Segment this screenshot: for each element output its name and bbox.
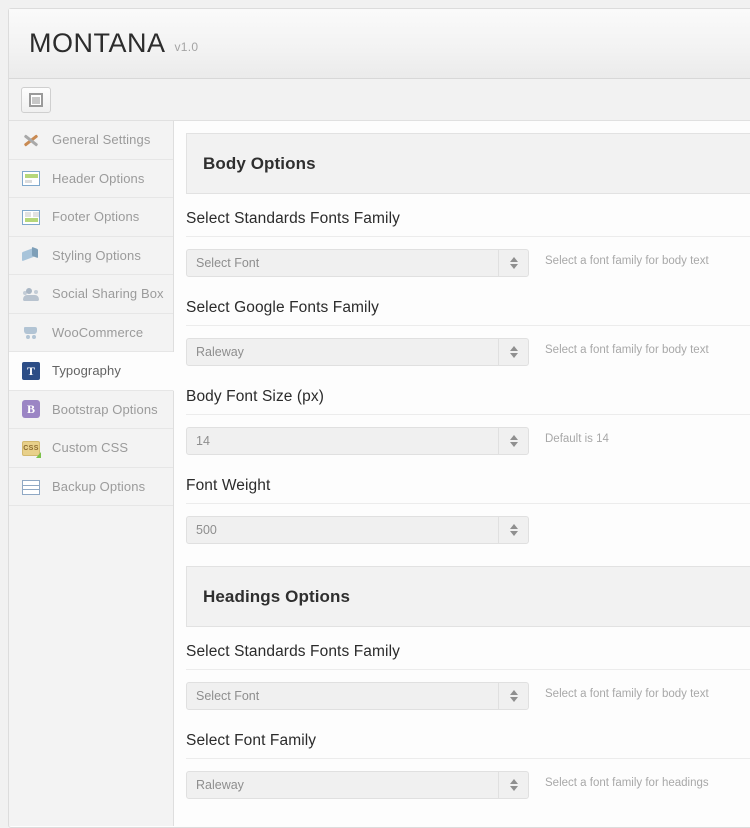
sidebar-item-label: Typography: [52, 363, 121, 378]
select-stepper-arrows-icon[interactable]: [498, 250, 528, 276]
chevron-up-icon: [510, 524, 518, 529]
field-row: 500: [186, 516, 750, 544]
field-help-text: Select a font family for headings: [545, 777, 709, 789]
chevron-up-icon: [510, 346, 518, 351]
field-row: 14 Default is 14: [186, 427, 750, 455]
field-label: Select Standards Fonts Family: [186, 643, 750, 670]
field-label: Body Font Size (px): [186, 388, 750, 415]
sidebar-item-label: Footer Options: [52, 209, 139, 224]
section-header: Headings Options: [186, 566, 750, 627]
paint-roller-icon: [22, 246, 40, 264]
database-icon: [22, 480, 40, 495]
select-value: Raleway: [187, 778, 244, 792]
select-select-font-family[interactable]: Raleway: [186, 771, 529, 799]
select-select-google-fonts-family[interactable]: Raleway: [186, 338, 529, 366]
chevron-up-icon: [510, 690, 518, 695]
field-label: Select Standards Fonts Family: [186, 210, 750, 237]
window-icon: [29, 93, 43, 107]
section-title: Headings Options: [203, 587, 350, 607]
select-value: Select Font: [187, 689, 259, 703]
select-stepper-arrows-icon[interactable]: [498, 517, 528, 543]
field-label: Select Font Family: [186, 732, 750, 759]
chevron-up-icon: [510, 435, 518, 440]
field-help-text: Select a font family for body text: [545, 344, 709, 356]
panel-toggle-button[interactable]: [21, 87, 51, 113]
toolbar: [9, 79, 750, 121]
sidebar-item-label: Backup Options: [52, 479, 145, 494]
select-value: Raleway: [187, 345, 244, 359]
select-value: 14: [187, 434, 210, 448]
chevron-down-icon: [510, 531, 518, 536]
chevron-down-icon: [510, 353, 518, 358]
sidebar-item-footer-options[interactable]: Footer Options: [9, 198, 173, 237]
tools-icon: [22, 131, 40, 149]
sidebar-item-label: Styling Options: [52, 248, 141, 263]
body-split: General Settings Header Options Footer Opt…: [9, 121, 750, 826]
section-title: Body Options: [203, 154, 316, 174]
users-group-icon: [22, 285, 40, 303]
sidebar-item-header-options[interactable]: Header Options: [9, 160, 173, 199]
options-panel: MONTANA v1.0 General Settings Header Optio…: [8, 8, 750, 828]
sidebar-item-backup-options[interactable]: Backup Options: [9, 468, 173, 507]
bootstrap-b-icon: B: [22, 400, 40, 418]
brand-title: MONTANA v1.0: [29, 30, 198, 57]
select-value: Select Font: [187, 256, 259, 270]
sidebar-item-label: Custom CSS: [52, 440, 128, 455]
sidebar-item-label: Header Options: [52, 171, 144, 186]
css-file-icon: CSS: [22, 441, 40, 456]
field-row: Select Font Select a font family for body…: [186, 682, 750, 710]
sidebar-nav: General Settings Header Options Footer Opt…: [9, 121, 174, 826]
sidebar-item-social-sharing-box[interactable]: Social Sharing Box: [9, 275, 173, 314]
sidebar-item-typography[interactable]: T Typography: [9, 352, 174, 391]
sidebar-item-bootstrap-options[interactable]: B Bootstrap Options: [9, 391, 173, 430]
main-content: Body Options Select Standards Fonts Famil…: [174, 121, 750, 826]
field-row: Raleway Select a font family for body tex…: [186, 338, 750, 366]
chevron-down-icon: [510, 697, 518, 702]
select-stepper-arrows-icon[interactable]: [498, 772, 528, 798]
select-value: 500: [187, 523, 217, 537]
header-layout-icon: [22, 171, 40, 186]
select-stepper-arrows-icon[interactable]: [498, 428, 528, 454]
select-font-weight[interactable]: 500: [186, 516, 529, 544]
sidebar-item-woocommerce[interactable]: WooCommerce: [9, 314, 173, 353]
sidebar-item-label: General Settings: [52, 132, 150, 147]
brand-name: MONTANA: [29, 28, 166, 58]
select-stepper-arrows-icon[interactable]: [498, 683, 528, 709]
chevron-up-icon: [510, 257, 518, 262]
field-label: Font Weight: [186, 477, 750, 504]
footer-layout-icon: [22, 210, 40, 225]
select-body-font-size-px-[interactable]: 14: [186, 427, 529, 455]
field-help-text: Select a font family for body text: [545, 255, 709, 267]
field-row: Select Font Select a font family for body…: [186, 249, 750, 277]
field-row: Raleway Select a font family for headings: [186, 771, 750, 799]
field-help-text: Default is 14: [545, 433, 609, 445]
section-header: Body Options: [186, 133, 750, 194]
select-stepper-arrows-icon[interactable]: [498, 339, 528, 365]
select-select-standards-fonts-family[interactable]: Select Font: [186, 682, 529, 710]
field-label: Select Google Fonts Family: [186, 299, 750, 326]
page-header: MONTANA v1.0: [9, 9, 750, 79]
sections-container: Body Options Select Standards Fonts Famil…: [186, 133, 750, 799]
shopping-cart-icon: [22, 323, 40, 341]
brand-version: v1.0: [175, 40, 199, 54]
sidebar-item-styling-options[interactable]: Styling Options: [9, 237, 173, 276]
chevron-up-icon: [510, 779, 518, 784]
sidebar-item-label: Bootstrap Options: [52, 402, 158, 417]
field-help-text: Select a font family for body text: [545, 688, 709, 700]
sidebar-item-general-settings[interactable]: General Settings: [9, 121, 173, 160]
chevron-down-icon: [510, 442, 518, 447]
sidebar-item-label: Social Sharing Box: [52, 286, 164, 301]
chevron-down-icon: [510, 264, 518, 269]
admin-options-page: MONTANA v1.0 General Settings Header Optio…: [0, 0, 750, 828]
chevron-down-icon: [510, 786, 518, 791]
typography-t-icon: T: [22, 362, 40, 380]
sidebar-item-label: WooCommerce: [52, 325, 143, 340]
select-select-standards-fonts-family[interactable]: Select Font: [186, 249, 529, 277]
sidebar-item-custom-css[interactable]: CSS Custom CSS: [9, 429, 173, 468]
